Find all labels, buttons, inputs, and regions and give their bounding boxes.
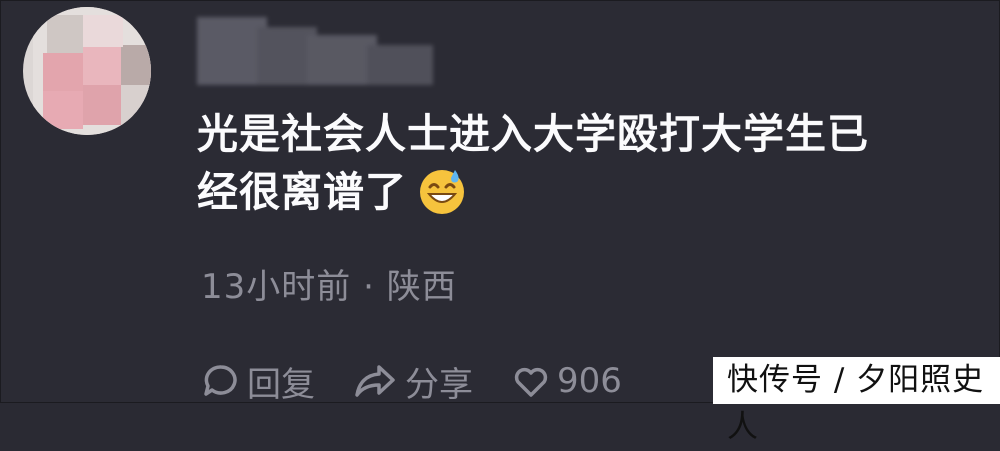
- watermark: 快传号 / 夕阳照史人: [713, 357, 1000, 445]
- heart-icon: [514, 367, 548, 397]
- action-bar: 回复 分享 906: [201, 357, 660, 405]
- like-count: 906: [557, 361, 622, 401]
- share-arrow-icon: [355, 365, 395, 397]
- location: 陕西: [386, 267, 457, 307]
- like-button[interactable]: 906: [511, 361, 622, 401]
- sweat-smile-emoji-icon: [417, 166, 467, 216]
- comment-line-1: 光是社会人士进入大学殴打大学生已: [197, 110, 869, 158]
- share-button[interactable]: 分享: [353, 357, 473, 406]
- comment-line-2: 经很离谱了: [197, 163, 957, 221]
- share-label: 分享: [405, 364, 473, 405]
- comment-text: 光是社会人士进入大学殴打大学生已 经很离谱了: [197, 105, 957, 221]
- avatar[interactable]: [23, 7, 151, 135]
- reply-button[interactable]: 回复: [201, 357, 315, 406]
- username-blurred[interactable]: [197, 7, 437, 87]
- meta-separator: ·: [363, 267, 375, 307]
- timestamp: 13小时前: [201, 267, 352, 307]
- reply-label: 回复: [247, 364, 315, 405]
- comment-bubble-icon: [204, 365, 237, 396]
- comment-card: 光是社会人士进入大学殴打大学生已 经很离谱了 13小时前 · 陕西 回复 分享 …: [0, 0, 1000, 445]
- comment-meta: 13小时前 · 陕西: [201, 259, 457, 308]
